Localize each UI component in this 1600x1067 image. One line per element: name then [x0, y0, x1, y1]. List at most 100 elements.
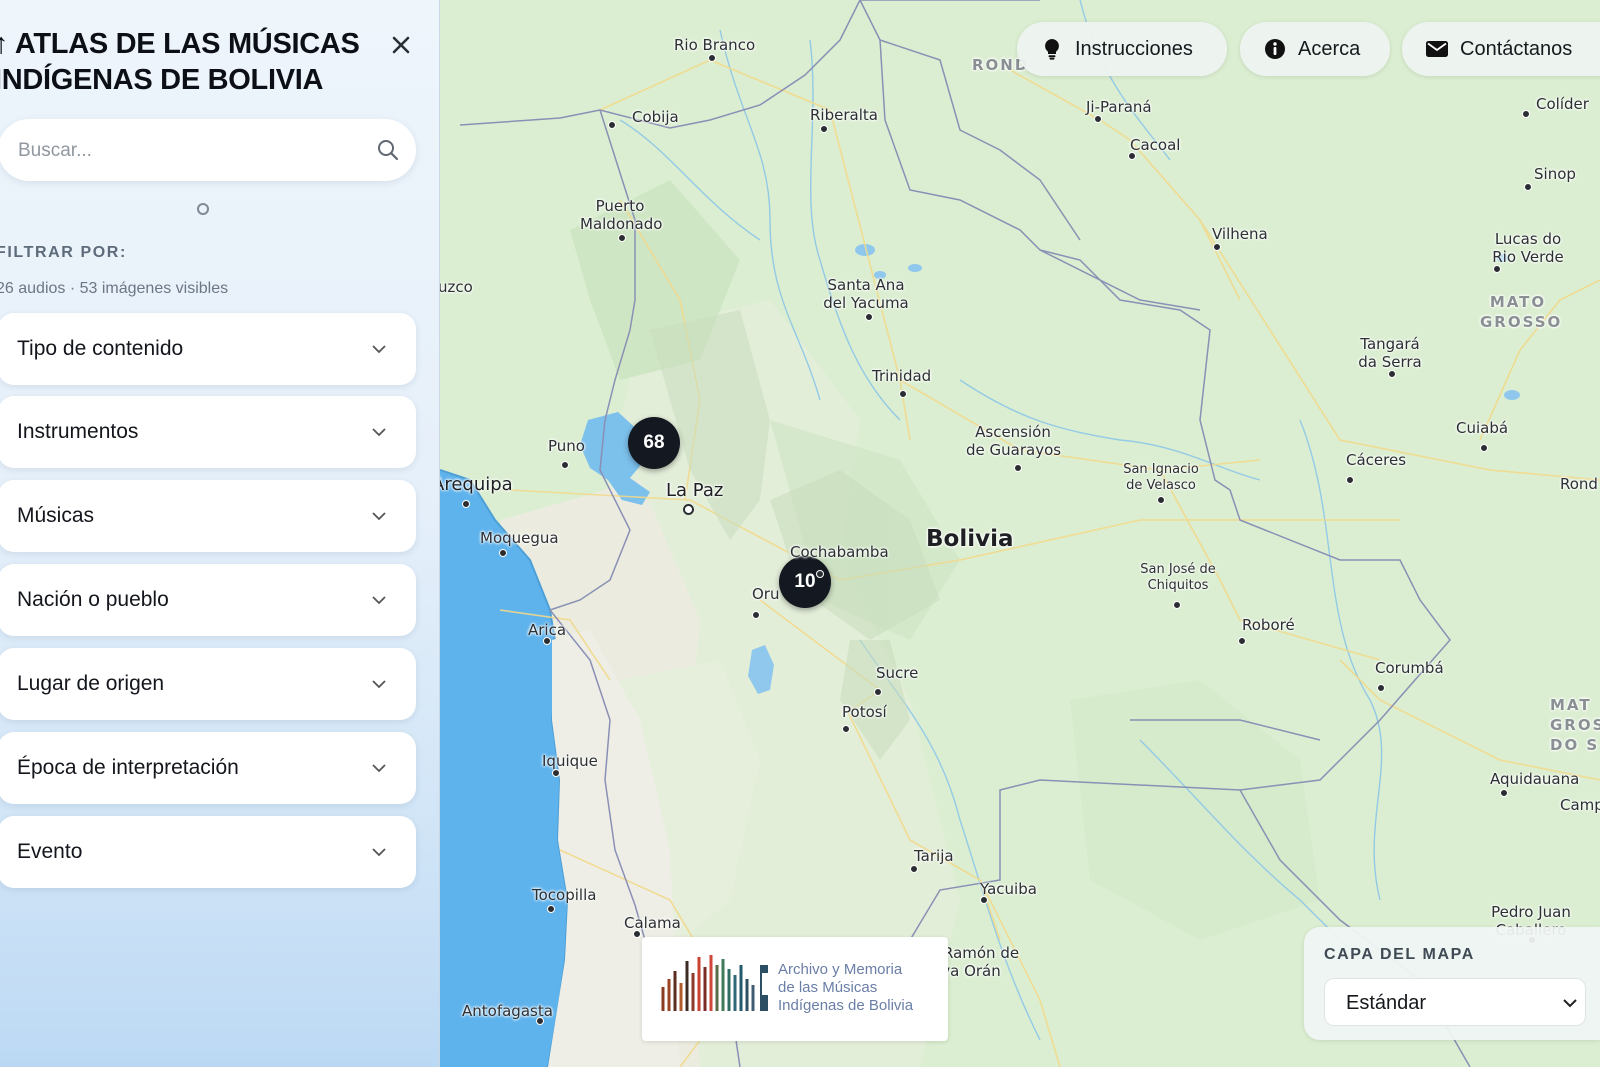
- instructions-button[interactable]: Instrucciones: [1017, 22, 1227, 76]
- city-marker: [1524, 183, 1532, 191]
- filter-origin[interactable]: Lugar de origen: [0, 648, 416, 720]
- archive-logo-line: de las Músicas: [778, 979, 878, 996]
- contact-button[interactable]: Contáctanos: [1402, 22, 1600, 76]
- city-marker: [1522, 110, 1530, 118]
- info-icon: [1264, 38, 1286, 60]
- place-label: Arica: [528, 621, 567, 639]
- place-label-line: Pedro Juan: [1491, 903, 1571, 921]
- place-label: Iquique: [542, 752, 598, 770]
- place-label-line: del Yacuma: [823, 294, 909, 312]
- city-marker: [608, 121, 616, 129]
- place-label: Lucas do Rio Verde: [1486, 230, 1570, 266]
- place-label-line: Ascensión: [975, 423, 1051, 441]
- place-label: Tangará da Serra: [1350, 335, 1430, 371]
- place-label: San Ignacio de Velasco: [1116, 462, 1206, 494]
- place-label-line: Santa Ana: [827, 276, 905, 294]
- chevron-down-icon: [372, 345, 386, 354]
- city-marker: [842, 725, 850, 733]
- filter-instruments[interactable]: Instrumentos: [0, 396, 416, 468]
- map-canvas[interactable]: 68 10 Rio Branco ROND Ji-Paraná Colíder …: [440, 0, 1600, 1067]
- filter-label: Tipo de contenido: [17, 337, 184, 360]
- filter-label: Evento: [17, 840, 83, 863]
- city-marker: [1213, 243, 1221, 251]
- place-label: Tocopilla: [532, 886, 597, 904]
- archive-logo-icon: [661, 955, 768, 1011]
- filter-musics[interactable]: Músicas: [0, 480, 416, 552]
- city-marker: [910, 865, 918, 873]
- region-label: MATO GROSSO: [1480, 292, 1560, 332]
- archive-logo-line: Indígenas de Bolivia: [778, 997, 914, 1014]
- place-label-line: de Velasco: [1126, 478, 1196, 493]
- place-label-line: San José de: [1140, 562, 1216, 577]
- close-button[interactable]: [384, 28, 418, 62]
- search-input[interactable]: [16, 119, 360, 183]
- place-label: Tarija: [914, 847, 954, 865]
- archive-logo-text: Archivo y Memoria de las Músicas Indígen…: [778, 961, 948, 1015]
- region-label-line: GROS: [1550, 716, 1600, 734]
- city-marker: [1377, 684, 1385, 692]
- place-label: La Paz: [666, 480, 724, 501]
- search-icon[interactable]: [376, 138, 400, 162]
- city-marker: [752, 611, 760, 619]
- place-label: Oru: [752, 585, 780, 603]
- city-marker: [618, 234, 626, 242]
- filter-period[interactable]: Época de interpretación: [0, 732, 416, 804]
- city-marker: [552, 769, 560, 777]
- search-box: [0, 119, 416, 183]
- place-label: Riberalta: [810, 106, 878, 124]
- map-layer-title: CAPA DEL MAPA: [1324, 946, 1475, 963]
- city-marker: [899, 390, 907, 398]
- chevron-down-icon: [372, 680, 386, 689]
- city-marker: [1014, 464, 1022, 472]
- instructions-label: Instrucciones: [1075, 37, 1193, 60]
- filter-label: Músicas: [17, 504, 95, 527]
- city-marker: [1500, 789, 1508, 797]
- city-marker: [1173, 601, 1181, 609]
- marker-cluster[interactable]: 68: [628, 417, 680, 469]
- place-label: Sinop: [1534, 165, 1576, 183]
- map-layer-panel: CAPA DEL MAPA Estándar: [1304, 927, 1600, 1040]
- marker-cluster[interactable]: 10: [779, 556, 831, 608]
- place-label: Cacoal: [1130, 136, 1181, 154]
- place-label: Colíder: [1536, 95, 1589, 113]
- place-label: Rond: [1560, 475, 1598, 493]
- city-marker: [874, 688, 882, 696]
- archive-logo[interactable]: Archivo y Memoria de las Músicas Indígen…: [642, 937, 948, 1041]
- city-marker: [1157, 496, 1165, 504]
- city-marker: [1346, 476, 1354, 484]
- place-label-line: Puerto: [595, 197, 645, 215]
- chevron-down-icon: [372, 596, 386, 605]
- place-label: Corumbá: [1375, 659, 1444, 677]
- region-label-line: DO S: [1550, 736, 1600, 754]
- filter-label: Lugar de origen: [17, 672, 165, 695]
- region-label: MAT GROS DO S: [1550, 695, 1600, 755]
- place-label: Santa Ana del Yacuma: [820, 276, 912, 312]
- region-label-line: GROSSO: [1480, 313, 1563, 331]
- place-label-line: de Guarayos: [966, 441, 1062, 459]
- city-marker: [1094, 115, 1102, 123]
- place-label-line: San Ignacio: [1123, 462, 1199, 477]
- region-label-line: MAT: [1550, 696, 1592, 714]
- place-label: Calama: [624, 914, 681, 932]
- about-label: Acerca: [1298, 37, 1361, 60]
- city-marker: [816, 570, 824, 578]
- place-label: Puno: [548, 437, 585, 455]
- map-layer-select[interactable]: Estándar: [1324, 978, 1586, 1026]
- close-icon: [392, 36, 410, 54]
- filter-label: Instrumentos: [17, 420, 139, 443]
- city-marker: [1480, 444, 1488, 452]
- filter-event[interactable]: Evento: [0, 816, 416, 888]
- city-marker: [708, 54, 716, 62]
- filter-nation[interactable]: Nación o pueblo: [0, 564, 416, 636]
- chevron-down-icon: [372, 764, 386, 773]
- country-label: Bolivia: [926, 526, 1014, 552]
- city-marker: [820, 125, 828, 133]
- filter-content-type[interactable]: Tipo de contenido: [0, 313, 416, 385]
- city-marker: [865, 313, 873, 321]
- place-label: Yacuiba: [980, 880, 1037, 898]
- about-button[interactable]: Acerca: [1240, 22, 1390, 76]
- filter-label: Época de interpretación: [17, 756, 239, 779]
- chevron-down-icon: [372, 848, 386, 857]
- place-label: Ji-Paraná: [1086, 98, 1152, 116]
- city-marker: [462, 500, 470, 508]
